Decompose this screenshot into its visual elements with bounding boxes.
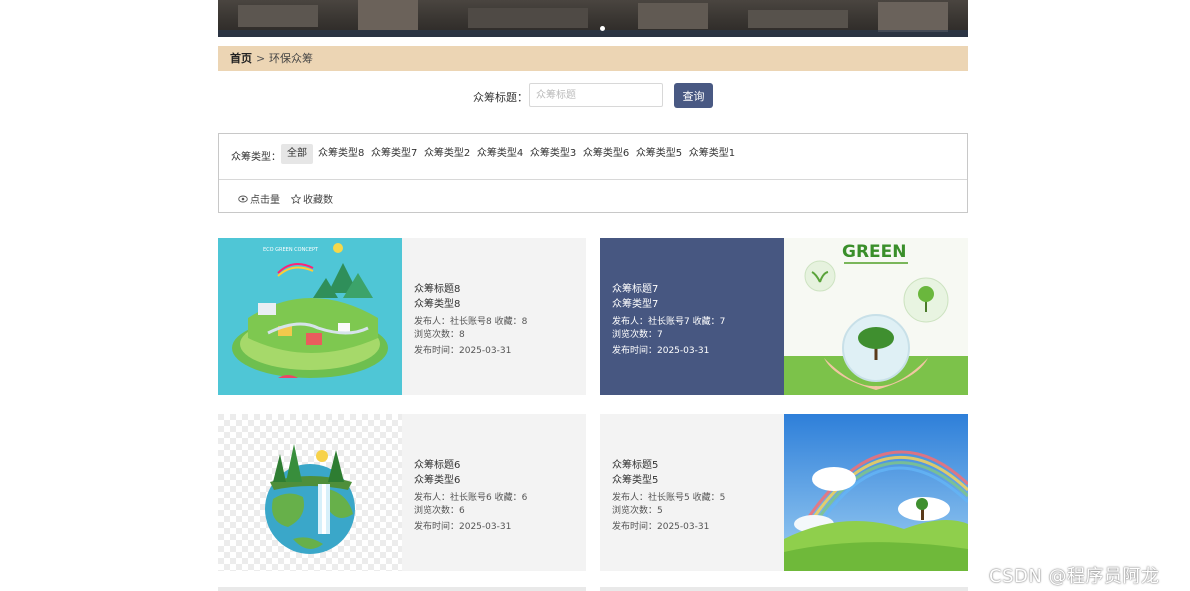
next-card-edge [600, 587, 968, 591]
filter-type-option[interactable]: 众筹类型5 [633, 144, 685, 164]
filter-type-label: 众筹类型： [231, 152, 281, 163]
sort-clicks-label: 点击量 [250, 195, 280, 206]
card-info: 众筹标题7 众筹类型7 发布人：社长账号7 收藏：7 浏览次数：7 发布时间：2… [600, 238, 770, 395]
crowdfunding-card[interactable]: 众筹标题7 众筹类型7 发布人：社长账号7 收藏：7 浏览次数：7 发布时间：2… [600, 238, 968, 395]
card-publisher: 发布人：社长账号6 收藏：6 [414, 493, 528, 503]
card-type: 众筹类型6 [414, 475, 461, 486]
card-image-rainbow-meadow[interactable] [784, 414, 968, 571]
card-views: 浏览次数：7 [612, 330, 663, 340]
filter-type-option[interactable]: 众筹类型8 [315, 144, 367, 164]
eco-concept-text: ECO GREEN CONCEPT [263, 247, 319, 253]
filter-type-list: 全部 众筹类型8 众筹类型7 众筹类型2 众筹类型4 众筹类型3 众筹类型6 众… [281, 144, 739, 164]
breadcrumb-home[interactable]: 首页 [230, 46, 252, 71]
crowdfunding-card[interactable]: 众筹标题5 众筹类型5 发布人：社长账号5 收藏：5 浏览次数：5 发布时间：2… [600, 414, 968, 571]
card-publisher: 发布人：社长账号8 收藏：8 [414, 317, 528, 327]
filter-type-option[interactable]: 众筹类型2 [421, 144, 473, 164]
next-card-edge [218, 587, 586, 591]
card-info: 众筹标题8 众筹类型8 发布人：社长账号8 收藏：8 浏览次数：8 发布时间：2… [402, 238, 572, 395]
card-type: 众筹类型8 [414, 299, 461, 310]
banner-carousel[interactable] [218, 0, 968, 37]
card-views: 浏览次数：6 [414, 506, 465, 516]
filter-type-all[interactable]: 全部 [281, 144, 313, 164]
card-type: 众筹类型5 [612, 475, 659, 486]
card-info: 众筹标题5 众筹类型5 发布人：社长账号5 收藏：5 浏览次数：5 发布时间：2… [600, 414, 770, 571]
filter-type-option[interactable]: 众筹类型4 [474, 144, 526, 164]
breadcrumb-separator: > [256, 52, 266, 65]
green-logo-text: GREEN [842, 242, 907, 262]
card-title[interactable]: 众筹标题5 [612, 456, 658, 471]
sort-favorites-label: 收藏数 [303, 195, 333, 206]
breadcrumb-current: 环保众筹 [269, 52, 313, 65]
card-date: 发布时间：2025-03-31 [414, 522, 512, 532]
filter-type-option[interactable]: 众筹类型6 [580, 144, 632, 164]
card-date: 发布时间：2025-03-31 [414, 346, 512, 356]
card-publisher: 发布人：社长账号5 收藏：5 [612, 493, 726, 503]
crowdfunding-card[interactable]: 众筹标题6 众筹类型6 发布人：社长账号6 收藏：6 浏览次数：6 发布时间：2… [218, 414, 586, 571]
carousel-dot[interactable] [600, 26, 605, 31]
star-icon [291, 193, 301, 204]
breadcrumb: 首页 > 环保众筹 [218, 46, 968, 71]
card-image-eco-concept[interactable]: ECO GREEN CONCEPT [218, 238, 402, 395]
search-input[interactable] [529, 83, 663, 107]
crowdfunding-card[interactable]: ECO GREEN CONCEPT 众筹标题8 众筹类型8 发布人：社长账号8 … [218, 238, 586, 395]
filter-panel: 众筹类型： 全部 众筹类型8 众筹类型7 众筹类型2 众筹类型4 众筹类型3 众… [218, 133, 968, 213]
search-label: 众筹标题： [473, 91, 528, 104]
sort-by-clicks[interactable]: 点击量 [238, 191, 280, 206]
card-publisher: 发布人：社长账号7 收藏：7 [612, 317, 726, 327]
card-date: 发布时间：2025-03-31 [612, 522, 710, 532]
sort-by-favorites[interactable]: 收藏数 [291, 191, 333, 206]
card-type: 众筹类型7 [612, 299, 659, 310]
filter-type-option[interactable]: 众筹类型3 [527, 144, 579, 164]
filter-type-option[interactable]: 众筹类型1 [686, 144, 738, 164]
eye-icon [238, 195, 248, 202]
card-title[interactable]: 众筹标题7 [612, 280, 658, 295]
card-image-green-globe[interactable]: GREEN [784, 238, 968, 395]
card-info: 众筹标题6 众筹类型6 发布人：社长账号6 收藏：6 浏览次数：6 发布时间：2… [402, 414, 572, 571]
search-button[interactable]: 查询 [674, 83, 713, 108]
filter-divider [219, 179, 967, 180]
csdn-watermark: CSDN @程序员阿龙 [989, 566, 1160, 587]
filter-type-option[interactable]: 众筹类型7 [368, 144, 420, 164]
card-image-earth-waterfall[interactable] [218, 414, 402, 571]
card-views: 浏览次数：5 [612, 506, 663, 516]
card-date: 发布时间：2025-03-31 [612, 346, 710, 356]
card-title[interactable]: 众筹标题6 [414, 456, 460, 471]
card-views: 浏览次数：8 [414, 330, 465, 340]
card-title[interactable]: 众筹标题8 [414, 280, 460, 295]
